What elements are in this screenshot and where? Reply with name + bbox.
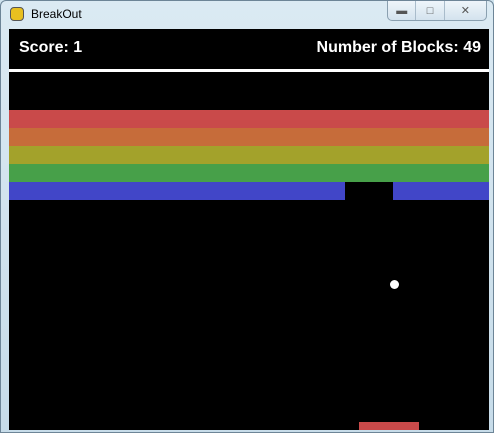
brick	[345, 146, 393, 164]
pygame-icon	[10, 7, 24, 21]
brick	[57, 182, 105, 200]
close-button[interactable]: ✕	[445, 1, 486, 20]
close-icon: ✕	[460, 5, 471, 17]
brick	[153, 164, 201, 182]
brick	[249, 164, 297, 182]
brick	[9, 182, 57, 200]
brick	[9, 110, 57, 128]
brick	[9, 128, 57, 146]
brick	[297, 110, 345, 128]
brick	[57, 146, 105, 164]
paddle[interactable]	[359, 422, 419, 430]
hud-divider	[9, 69, 489, 72]
brick	[345, 164, 393, 182]
brick	[105, 164, 153, 182]
window-controls: ▬ □ ✕	[387, 1, 487, 21]
brick	[249, 182, 297, 200]
brick	[153, 128, 201, 146]
window-title: BreakOut	[31, 7, 82, 21]
brick	[441, 146, 489, 164]
brick	[297, 146, 345, 164]
brick	[201, 164, 249, 182]
minimize-icon: ▬	[396, 4, 408, 17]
window-frame: BreakOut ▬ □ ✕ Score: 1 Number of Blocks…	[0, 0, 494, 433]
title-bar[interactable]: BreakOut ▬ □ ✕	[1, 1, 494, 29]
maximize-button[interactable]: □	[416, 1, 445, 20]
brick	[393, 128, 441, 146]
brick	[249, 146, 297, 164]
brick	[9, 164, 57, 182]
brick	[201, 128, 249, 146]
brick	[153, 146, 201, 164]
brick	[345, 110, 393, 128]
brick	[57, 110, 105, 128]
brick	[105, 128, 153, 146]
brick	[9, 146, 57, 164]
brick	[393, 182, 441, 200]
brick	[105, 146, 153, 164]
brick	[249, 110, 297, 128]
brick	[345, 128, 393, 146]
game-canvas[interactable]: Score: 1 Number of Blocks: 49	[9, 29, 489, 430]
brick	[57, 164, 105, 182]
brick	[153, 110, 201, 128]
maximize-icon: □	[426, 4, 434, 17]
brick	[297, 182, 345, 200]
brick	[297, 128, 345, 146]
minimize-button[interactable]: ▬	[388, 1, 417, 20]
brick	[393, 110, 441, 128]
brick	[153, 182, 201, 200]
brick	[249, 128, 297, 146]
brick	[393, 164, 441, 182]
blocks-count-label: Number of Blocks: 49	[316, 39, 481, 56]
brick	[105, 110, 153, 128]
brick	[105, 182, 153, 200]
brick	[393, 146, 441, 164]
brick	[201, 110, 249, 128]
brick	[57, 128, 105, 146]
ball	[390, 280, 399, 289]
brick	[441, 164, 489, 182]
brick	[441, 182, 489, 200]
brick	[297, 164, 345, 182]
brick	[201, 146, 249, 164]
brick	[201, 182, 249, 200]
brick	[441, 128, 489, 146]
score-label: Score: 1	[19, 39, 83, 56]
brick	[441, 110, 489, 128]
